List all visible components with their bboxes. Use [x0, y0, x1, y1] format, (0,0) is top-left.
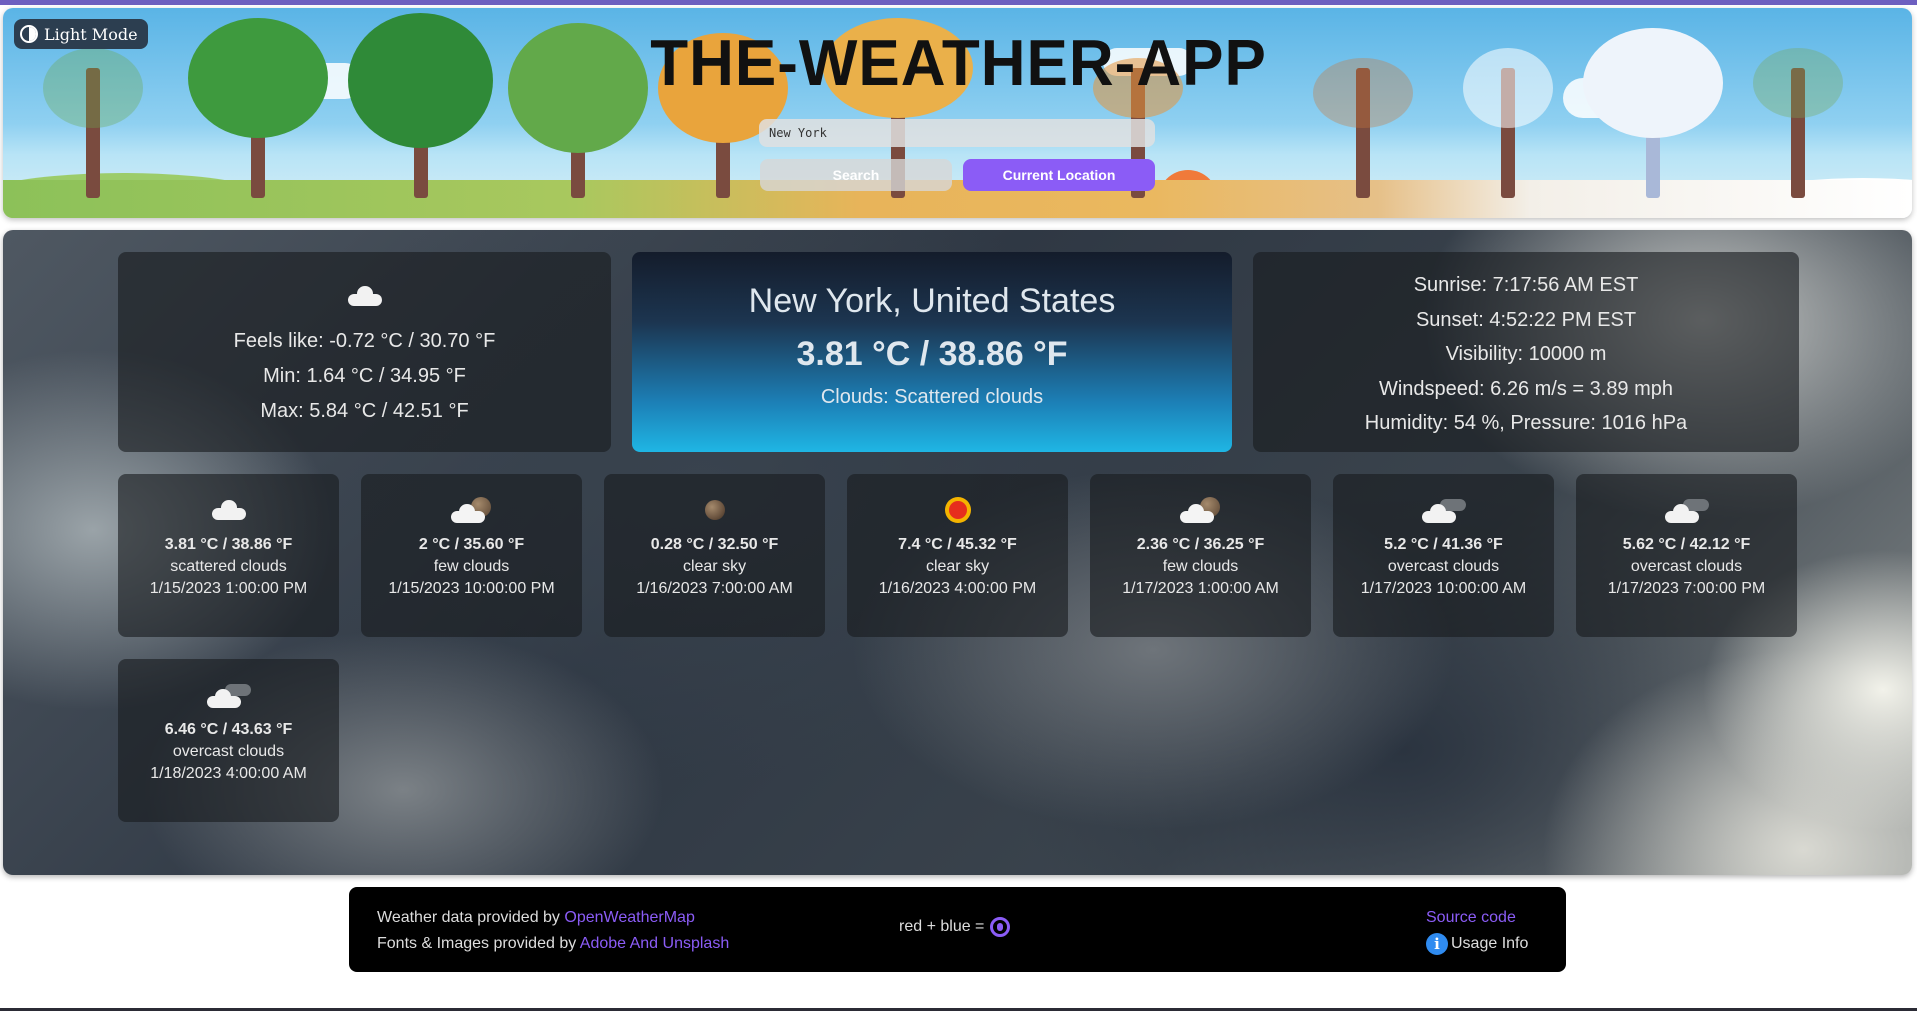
- forecast-card: 0.28 °C / 32.50 °F clear sky 1/16/2023 7…: [604, 474, 825, 637]
- min-temp-text: Min: 1.64 °C / 34.95 °F: [263, 365, 466, 387]
- cloud-icon: [118, 282, 611, 310]
- overcast-clouds-icon: [118, 681, 339, 709]
- source-code-link[interactable]: Source code: [1426, 909, 1516, 926]
- forecast-desc: few clouds: [1162, 558, 1239, 575]
- forecast-desc: clear sky: [682, 558, 747, 575]
- adobe-unsplash-link[interactable]: Adobe And Unsplash: [580, 935, 729, 952]
- few-clouds-icon: [361, 496, 582, 524]
- forecast-card: 6.46 °C / 43.63 °F overcast clouds 1/18/…: [118, 659, 339, 822]
- github-icon[interactable]: [990, 917, 1011, 937]
- search-input[interactable]: [759, 119, 1155, 147]
- top-accent-line: [0, 0, 1917, 5]
- forecast-temp: 2.36 °C / 36.25 °F: [1136, 536, 1265, 553]
- feels-like-card: Feels like: -0.72 °C / 30.70 °F Min: 1.6…: [118, 252, 611, 452]
- forecast-card: 5.2 °C / 41.36 °F overcast clouds 1/17/2…: [1333, 474, 1554, 637]
- forecast-card: 5.62 °C / 42.12 °F overcast clouds 1/17/…: [1576, 474, 1797, 637]
- usage-info-label: Usage Info: [1451, 935, 1529, 952]
- forecast-desc: clear sky: [925, 558, 990, 575]
- forecast-card: 2.36 °C / 36.25 °F few clouds 1/17/2023 …: [1090, 474, 1311, 637]
- humidity-pressure-text: Humidity: 54 %, Pressure: 1016 hPa: [1364, 412, 1688, 434]
- forecast-desc: overcast clouds: [1630, 558, 1743, 575]
- usage-info-link[interactable]: i Usage Info: [1426, 931, 1528, 957]
- city-name: New York, United States: [748, 282, 1116, 320]
- forecast-time: 1/15/2023 1:00:00 PM: [149, 580, 308, 597]
- forecast-temp: 5.62 °C / 42.12 °F: [1622, 536, 1751, 553]
- forecast-desc: overcast clouds: [172, 743, 285, 760]
- scattered-clouds-icon: [118, 496, 339, 524]
- details-card: Sunrise: 7:17:56 AM EST Sunset: 4:52:22 …: [1253, 252, 1799, 452]
- fonts-credit-text: Fonts & Images provided by: [377, 935, 577, 952]
- weather-panel: Feels like: -0.72 °C / 30.70 °F Min: 1.6…: [3, 230, 1912, 875]
- search-button[interactable]: Search: [760, 159, 952, 191]
- footer-links: Source code i Usage Info: [1426, 905, 1528, 957]
- current-weather-card: New York, United States 3.81 °C / 38.86 …: [632, 252, 1232, 452]
- app-title: THE-WEATHER-APP: [650, 27, 1267, 100]
- windspeed-text: Windspeed: 6.26 m/s = 3.89 mph: [1378, 377, 1674, 400]
- forecast-temp: 5.2 °C / 41.36 °F: [1384, 536, 1503, 553]
- forecast-temp: 0.28 °C / 32.50 °F: [650, 536, 779, 553]
- sunset-text: Sunset: 4:52:22 PM EST: [1415, 308, 1637, 331]
- few-clouds-icon: [1090, 496, 1311, 524]
- footer-github: red + blue =: [899, 917, 1011, 937]
- forecast-card: 2 °C / 35.60 °F few clouds 1/15/2023 10:…: [361, 474, 582, 637]
- overcast-clouds-icon: [1576, 496, 1797, 524]
- openweathermap-link[interactable]: OpenWeatherMap: [564, 909, 694, 926]
- footer: Weather data provided by OpenWeatherMap …: [349, 887, 1566, 972]
- forecast-time: 1/17/2023 10:00:00 AM: [1360, 580, 1527, 597]
- current-location-button[interactable]: Current Location: [963, 159, 1155, 191]
- forecast-desc: overcast clouds: [1387, 558, 1500, 575]
- forecast-time: 1/18/2023 4:00:00 AM: [150, 765, 307, 782]
- forecast-time: 1/16/2023 7:00:00 AM: [636, 580, 793, 597]
- forecast-desc: few clouds: [433, 558, 510, 575]
- clear-night-icon: [604, 496, 825, 524]
- visibility-text: Visibility: 10000 m: [1445, 343, 1607, 365]
- forecast-temp: 2 °C / 35.60 °F: [418, 536, 525, 553]
- forecast-time: 1/17/2023 7:00:00 PM: [1607, 580, 1766, 597]
- sunrise-text: Sunrise: 7:17:56 AM EST: [1413, 274, 1639, 296]
- current-temperature: 3.81 °C / 38.86 °F: [796, 335, 1068, 373]
- forecast-time: 1/16/2023 4:00:00 PM: [878, 580, 1037, 597]
- max-temp-text: Max: 5.84 °C / 42.51 °F: [260, 400, 469, 422]
- weather-credit-text: Weather data provided by: [377, 909, 560, 926]
- overcast-clouds-icon: [1333, 496, 1554, 524]
- forecast-desc: scattered clouds: [170, 558, 287, 575]
- info-icon: i: [1426, 932, 1448, 955]
- feels-like-text: Feels like: -0.72 °C / 30.70 °F: [233, 330, 496, 352]
- footer-credits: Weather data provided by OpenWeatherMap …: [377, 905, 729, 957]
- forecast-card: 7.4 °C / 45.32 °F clear sky 1/16/2023 4:…: [847, 474, 1068, 637]
- red-blue-text: red + blue =: [899, 918, 985, 935]
- forecast-time: 1/15/2023 10:00:00 PM: [388, 580, 555, 597]
- forecast-temp: 6.46 °C / 43.63 °F: [164, 721, 293, 738]
- sun-icon: [847, 496, 1068, 524]
- forecast-card: 3.81 °C / 38.86 °F scattered clouds 1/15…: [118, 474, 339, 637]
- forecast-temp: 7.4 °C / 45.32 °F: [898, 536, 1017, 553]
- current-conditions: Clouds: Scattered clouds: [820, 386, 1044, 408]
- forecast-time: 1/17/2023 1:00:00 AM: [1122, 580, 1279, 597]
- forecast-temp: 3.81 °C / 38.86 °F: [164, 536, 293, 553]
